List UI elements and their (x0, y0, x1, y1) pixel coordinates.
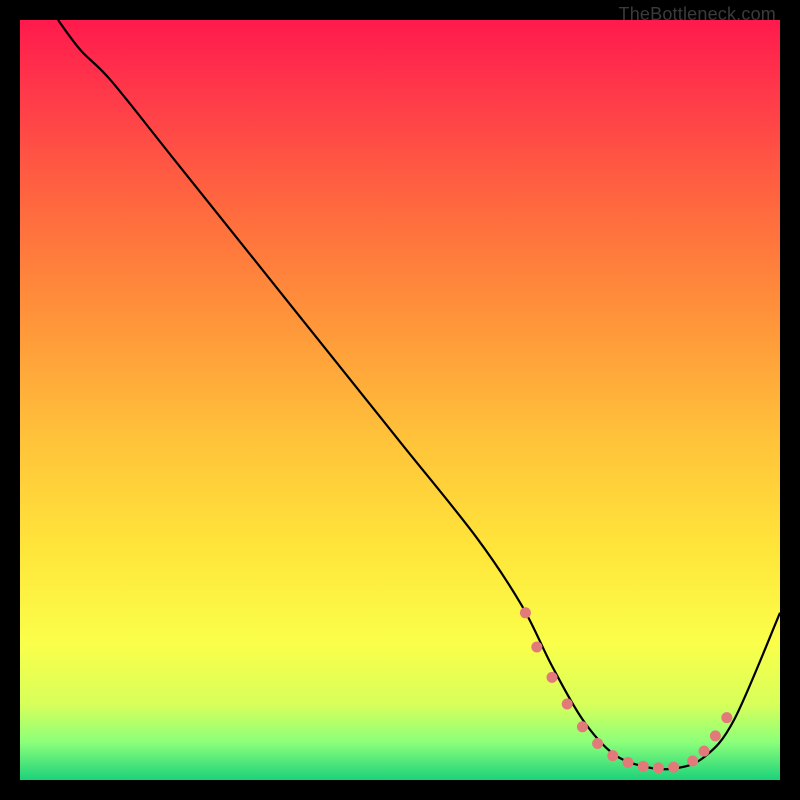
highlight-marker (592, 738, 603, 749)
highlight-marker (577, 721, 588, 732)
plot-area (20, 20, 780, 780)
highlight-marker (520, 607, 531, 618)
highlight-marker (607, 750, 618, 761)
highlight-marker (687, 756, 698, 767)
highlight-marker (638, 761, 649, 772)
highlight-marker (699, 746, 710, 757)
highlight-marker (668, 762, 679, 773)
chart-svg (20, 20, 780, 780)
highlight-marker (653, 762, 664, 773)
highlight-marker (531, 642, 542, 653)
gradient-background (20, 20, 780, 780)
highlight-marker (710, 730, 721, 741)
highlight-marker (562, 699, 573, 710)
highlight-marker (547, 672, 558, 683)
attribution-text: TheBottleneck.com (619, 4, 776, 25)
highlight-marker (623, 757, 634, 768)
chart-frame: TheBottleneck.com (0, 0, 800, 800)
highlight-marker (721, 712, 732, 723)
